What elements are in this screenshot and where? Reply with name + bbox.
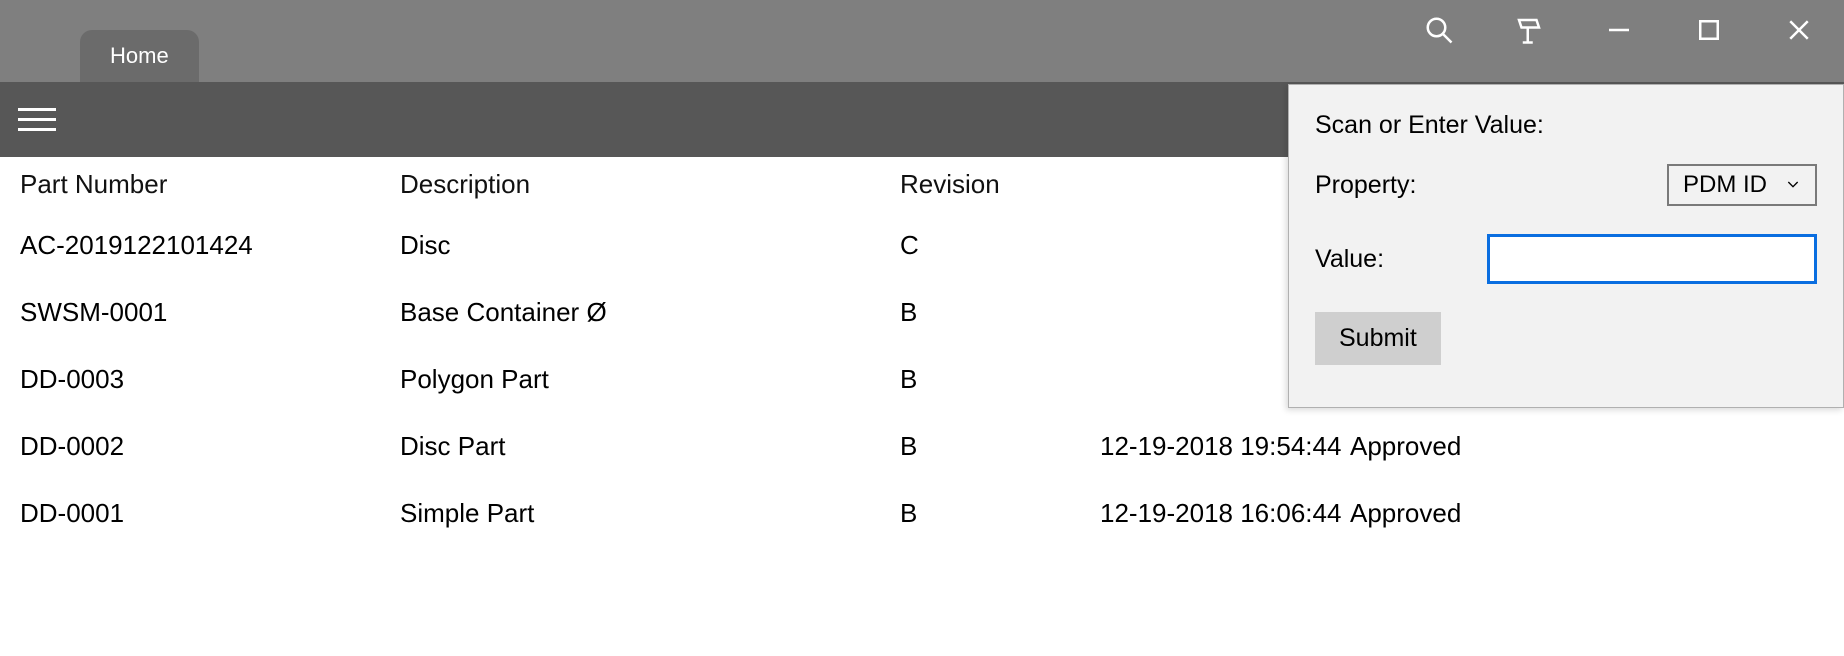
cell-description: Base Container Ø: [396, 279, 896, 346]
flyout-title: Scan or Enter Value:: [1315, 111, 1817, 140]
flyout-property-row: Property: PDM ID: [1315, 164, 1817, 206]
tab-home-label: Home: [110, 43, 169, 69]
titlebar-right: [1394, 0, 1844, 60]
cell-description: Disc: [396, 212, 896, 279]
chevron-down-icon: [1785, 171, 1801, 199]
property-label: Property:: [1315, 171, 1416, 200]
cell-date: 12-19-2018 19:54:44: [1096, 413, 1346, 480]
submit-button[interactable]: Submit: [1315, 312, 1441, 365]
cell-status: Approved: [1346, 413, 1828, 480]
hamburger-menu-icon[interactable]: [18, 98, 62, 142]
value-input[interactable]: [1487, 234, 1817, 284]
close-icon[interactable]: [1754, 0, 1844, 60]
cell-description: Disc Part: [396, 413, 896, 480]
maximize-icon[interactable]: [1664, 0, 1754, 60]
property-dropdown[interactable]: PDM ID: [1667, 164, 1817, 206]
table-row[interactable]: DD-0002 Disc Part B 12-19-2018 19:54:44 …: [16, 413, 1828, 480]
property-dropdown-value: PDM ID: [1683, 171, 1767, 199]
tab-home[interactable]: Home: [80, 30, 199, 82]
cell-revision: B: [896, 279, 1096, 346]
cell-status: Approved: [1346, 480, 1828, 547]
cell-part-number: SWSM-0001: [16, 279, 396, 346]
title-bar: Home: [0, 0, 1844, 82]
cell-part-number: DD-0001: [16, 480, 396, 547]
cell-description: Simple Part: [396, 480, 896, 547]
scan-flyout: Scan or Enter Value: Property: PDM ID Va…: [1288, 84, 1844, 408]
cell-revision: B: [896, 413, 1096, 480]
cell-part-number: AC-2019122101424: [16, 212, 396, 279]
col-header-part-number[interactable]: Part Number: [16, 157, 396, 212]
minimize-icon[interactable]: [1574, 0, 1664, 60]
cell-description: Polygon Part: [396, 346, 896, 413]
submit-button-label: Submit: [1339, 324, 1417, 352]
barcode-scanner-icon[interactable]: [1484, 0, 1574, 60]
search-icon[interactable]: [1394, 0, 1484, 60]
value-label: Value:: [1315, 245, 1384, 274]
cell-part-number: DD-0003: [16, 346, 396, 413]
col-header-revision[interactable]: Revision: [896, 157, 1096, 212]
cell-revision: B: [896, 480, 1096, 547]
col-header-description[interactable]: Description: [396, 157, 896, 212]
cell-revision: B: [896, 346, 1096, 413]
table-row[interactable]: DD-0001 Simple Part B 12-19-2018 16:06:4…: [16, 480, 1828, 547]
cell-part-number: DD-0002: [16, 413, 396, 480]
cell-revision: C: [896, 212, 1096, 279]
cell-date: 12-19-2018 16:06:44: [1096, 480, 1346, 547]
flyout-value-row: Value:: [1315, 234, 1817, 284]
